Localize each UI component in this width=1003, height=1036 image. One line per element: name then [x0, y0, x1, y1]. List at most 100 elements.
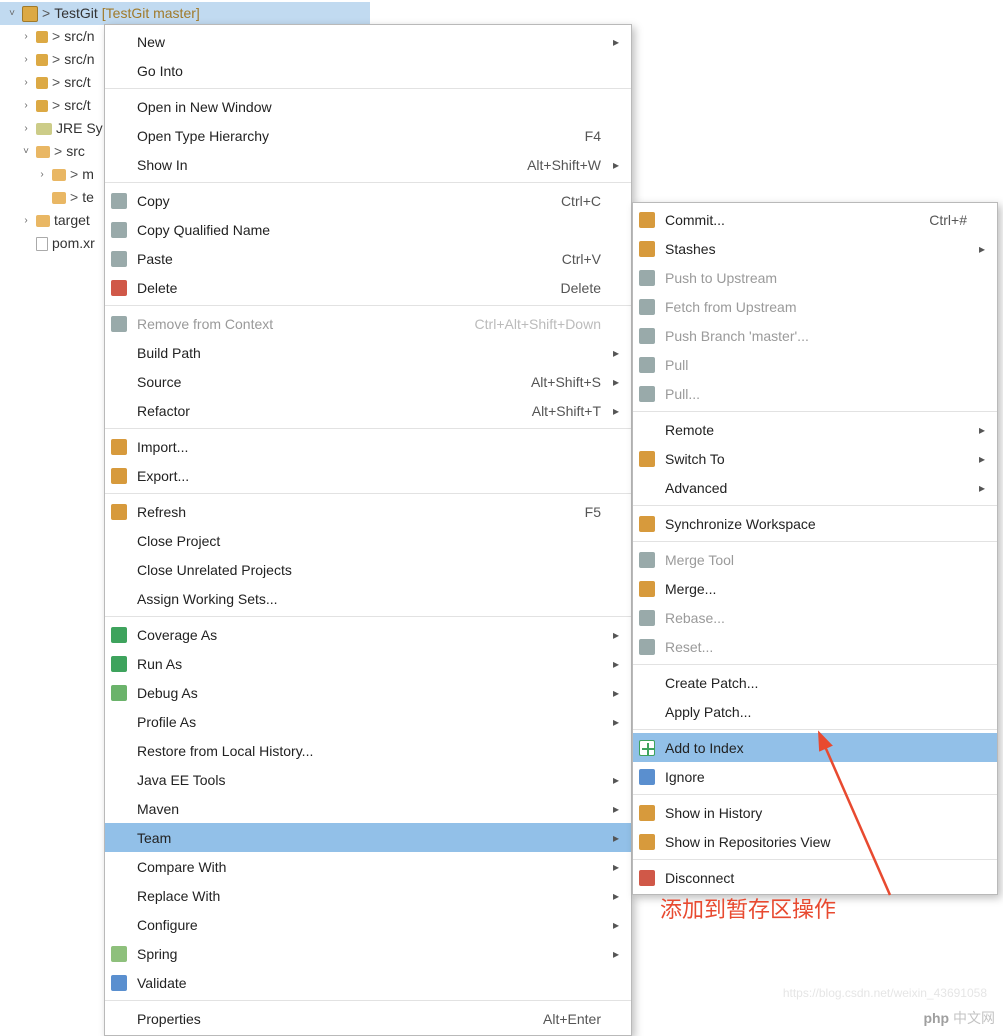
- chevron-right-icon[interactable]: ›: [20, 100, 32, 112]
- menu-paste[interactable]: PasteCtrl+V: [105, 244, 631, 273]
- menu-item-label: Restore from Local History...: [133, 743, 601, 759]
- menu-delete[interactable]: DeleteDelete: [105, 273, 631, 302]
- menu-item-label: Properties: [133, 1011, 543, 1027]
- menu-item-label: Copy: [133, 193, 561, 209]
- team-menu-pull: Pull: [633, 350, 997, 379]
- menu-remove-from-context: Remove from ContextCtrl+Alt+Shift+Down: [105, 309, 631, 338]
- team-menu-show-in-repositories-view[interactable]: Show in Repositories View: [633, 827, 997, 856]
- package-icon: [36, 100, 48, 112]
- menu-spring[interactable]: Spring▸: [105, 939, 631, 968]
- annotation-text: 添加到暂存区操作: [660, 892, 836, 924]
- menu-item-label: Profile As: [133, 714, 601, 730]
- menu-source[interactable]: SourceAlt+Shift+S▸: [105, 367, 631, 396]
- menu-debug-as[interactable]: Debug As ▸: [105, 678, 631, 707]
- menu-import[interactable]: Import...: [105, 432, 631, 461]
- menu-item-label: Source: [133, 374, 531, 390]
- team-menu-switch-to[interactable]: Switch To▸: [633, 444, 997, 473]
- team-menu-ignore[interactable]: Ignore: [633, 762, 997, 791]
- menu-icon: [639, 451, 655, 467]
- tree-project-root[interactable]: ˅ > TestGit [TestGit master]: [0, 2, 370, 25]
- menu-maven[interactable]: Maven▸: [105, 794, 631, 823]
- menu-icon: [111, 193, 127, 209]
- menu-item-label: Import...: [133, 439, 601, 455]
- chevron-down-icon[interactable]: ˅: [6, 8, 18, 20]
- menu-coverage-as[interactable]: Coverage As▸: [105, 620, 631, 649]
- chevron-right-icon: ▸: [607, 686, 625, 700]
- menu-configure[interactable]: Configure▸: [105, 910, 631, 939]
- menu-assign-working-sets[interactable]: Assign Working Sets...: [105, 584, 631, 613]
- menu-close-project[interactable]: Close Project: [105, 526, 631, 555]
- menu-close-unrelated-projects[interactable]: Close Unrelated Projects: [105, 555, 631, 584]
- menu-shortcut: Alt+Shift+S: [531, 374, 607, 390]
- menu-item-label: Assign Working Sets...: [133, 591, 601, 607]
- team-menu-apply-patch[interactable]: Apply Patch...: [633, 697, 997, 726]
- menu-shortcut: Alt+Shift+T: [532, 403, 607, 419]
- menu-item-label: Reset...: [661, 639, 967, 655]
- menu-item-label: Validate: [133, 975, 601, 991]
- chevron-right-icon: ▸: [607, 773, 625, 787]
- chevron-right-icon[interactable]: ›: [20, 123, 32, 135]
- team-menu-add-to-index[interactable]: Add to Index: [633, 733, 997, 762]
- chevron-right-icon[interactable]: ›: [20, 215, 32, 227]
- menu-restore-from-local-history[interactable]: Restore from Local History...: [105, 736, 631, 765]
- menu-new[interactable]: New▸: [105, 27, 631, 56]
- menu-replace-with[interactable]: Replace With▸: [105, 881, 631, 910]
- menu-icon: [111, 504, 127, 520]
- menu-item-label: Debug As: [133, 685, 601, 701]
- team-menu-create-patch[interactable]: Create Patch...: [633, 668, 997, 697]
- menu-refactor[interactable]: RefactorAlt+Shift+T▸: [105, 396, 631, 425]
- menu-show-in[interactable]: Show InAlt+Shift+W▸: [105, 150, 631, 179]
- team-menu-commit[interactable]: Commit...Ctrl+#: [633, 205, 997, 234]
- menu-icon: [639, 270, 655, 286]
- team-menu-merge[interactable]: Merge...: [633, 574, 997, 603]
- team-menu-stashes[interactable]: Stashes▸: [633, 234, 997, 263]
- menu-profile-as[interactable]: Profile As ▸: [105, 707, 631, 736]
- menu-refresh[interactable]: RefreshF5: [105, 497, 631, 526]
- team-menu-show-in-history[interactable]: Show in History: [633, 798, 997, 827]
- team-menu-push-branch-master: Push Branch 'master'...: [633, 321, 997, 350]
- chevron-right-icon[interactable]: ›: [20, 54, 32, 66]
- menu-go-into[interactable]: Go Into: [105, 56, 631, 85]
- menu-java-ee-tools[interactable]: Java EE Tools▸: [105, 765, 631, 794]
- folder-icon: [36, 215, 50, 227]
- team-menu-remote[interactable]: Remote▸: [633, 415, 997, 444]
- menu-separator: [105, 493, 631, 494]
- menu-build-path[interactable]: Build Path▸: [105, 338, 631, 367]
- team-menu-push-to-upstream: Push to Upstream: [633, 263, 997, 292]
- team-menu-advanced[interactable]: Advanced▸: [633, 473, 997, 502]
- menu-item-label: Merge Tool: [661, 552, 967, 568]
- menu-copy[interactable]: CopyCtrl+C: [105, 186, 631, 215]
- chevron-down-icon[interactable]: ˅: [20, 146, 32, 158]
- menu-separator: [105, 305, 631, 306]
- menu-item-label: Fetch from Upstream: [661, 299, 967, 315]
- menu-team[interactable]: Team▸: [105, 823, 631, 852]
- menu-open-in-new-window[interactable]: Open in New Window: [105, 92, 631, 121]
- team-menu-disconnect[interactable]: Disconnect: [633, 863, 997, 892]
- menu-item-label: Commit...: [661, 212, 929, 228]
- menu-item-label: Close Unrelated Projects: [133, 562, 601, 578]
- team-menu-reset: Reset...: [633, 632, 997, 661]
- watermark-php: php php 中文网 中文网: [923, 1008, 995, 1028]
- chevron-right-icon[interactable]: ›: [36, 169, 48, 181]
- chevron-right-icon[interactable]: ›: [20, 31, 32, 43]
- team-menu-synchronize-workspace[interactable]: Synchronize Workspace: [633, 509, 997, 538]
- menu-open-type-hierarchy[interactable]: Open Type HierarchyF4: [105, 121, 631, 150]
- chevron-right-icon: ▸: [607, 404, 625, 418]
- context-menu: New▸Go Into Open in New WindowOpen Type H…: [104, 24, 632, 1036]
- chevron-right-icon: ▸: [607, 715, 625, 729]
- library-icon: [36, 123, 52, 135]
- menu-copy-qualified-name[interactable]: Copy Qualified Name: [105, 215, 631, 244]
- menu-item-label: Run As: [133, 656, 601, 672]
- menu-item-label: Spring: [133, 946, 601, 962]
- chevron-right-icon[interactable]: ›: [20, 77, 32, 89]
- menu-export[interactable]: Export...: [105, 461, 631, 490]
- menu-item-label: Synchronize Workspace: [661, 516, 967, 532]
- menu-icon: [111, 280, 127, 296]
- menu-compare-with[interactable]: Compare With▸: [105, 852, 631, 881]
- chevron-right-icon: ▸: [607, 657, 625, 671]
- chevron-right-icon: ▸: [607, 860, 625, 874]
- menu-validate[interactable]: Validate: [105, 968, 631, 997]
- menu-properties[interactable]: PropertiesAlt+Enter: [105, 1004, 631, 1033]
- menu-run-as[interactable]: Run As ▸: [105, 649, 631, 678]
- chevron-right-icon: ▸: [973, 242, 991, 256]
